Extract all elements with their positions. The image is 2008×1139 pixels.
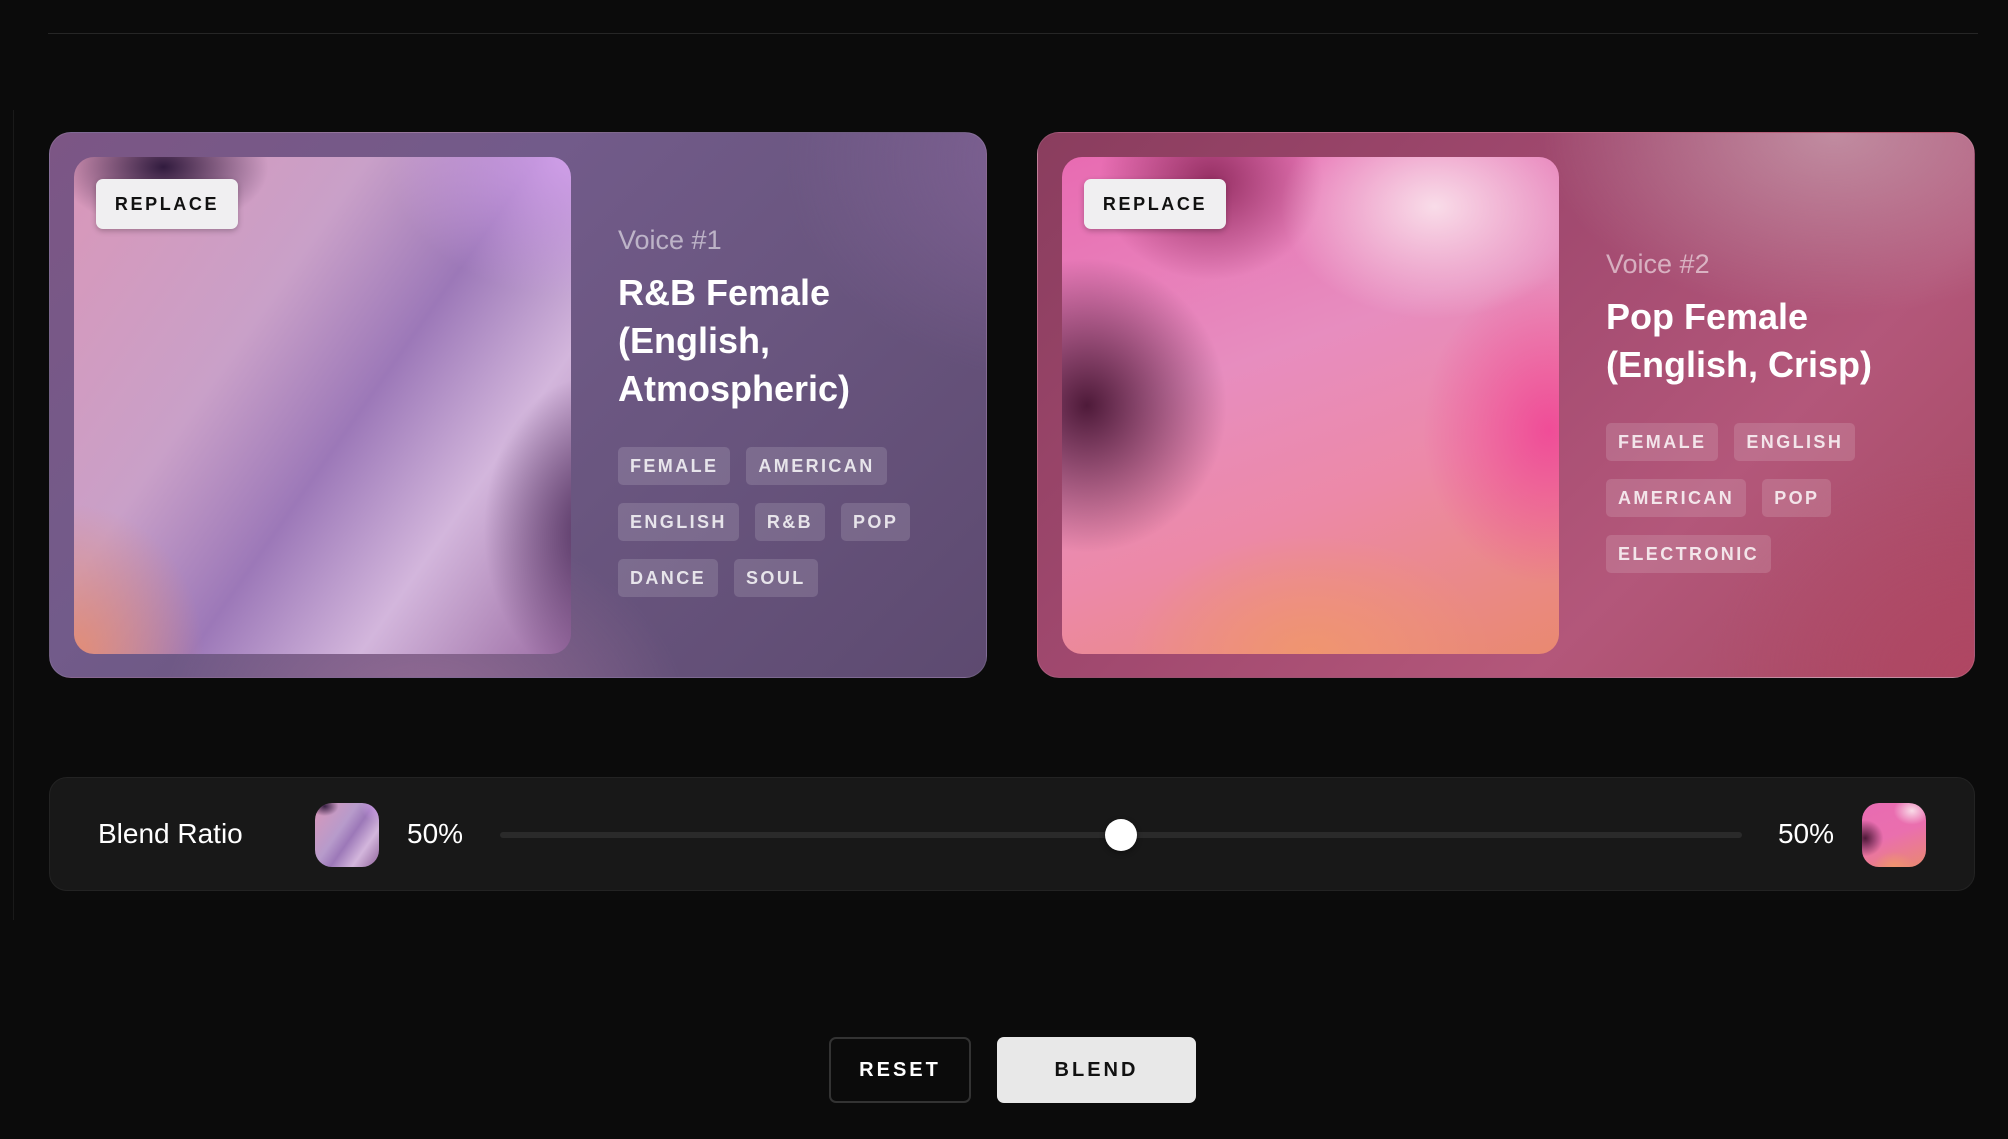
voice-1-info: Voice #1 R&B Female (English, Atmospheri… (618, 223, 958, 597)
voice-2-info: Voice #2 Pop Female (English, Crisp) FEM… (1606, 247, 1946, 573)
tag: AMERICAN (746, 447, 887, 485)
reset-button[interactable]: RESET (829, 1037, 971, 1103)
top-divider (48, 33, 1978, 34)
replace-voice-2-button[interactable]: REPLACE (1084, 179, 1226, 229)
voice-2-title: Pop Female (English, Crisp) (1606, 296, 1873, 385)
tag: R&B (754, 503, 826, 541)
rail-divider (13, 110, 14, 920)
tag: AMERICAN (1606, 479, 1747, 517)
blend-ratio-slider[interactable] (500, 819, 1742, 851)
tag: ELECTRONIC (1606, 535, 1771, 573)
voice-1-thumbnail (315, 803, 379, 867)
slider-handle[interactable] (1105, 819, 1137, 851)
voice-1-tags: FEMALE AMERICAN ENGLISH R&B POP DANCE SO… (618, 447, 938, 597)
tag: ENGLISH (618, 503, 739, 541)
tag: ENGLISH (1734, 423, 1856, 461)
voice-1-number: Voice #1 (618, 225, 722, 255)
voice-2-thumbnail (1862, 803, 1926, 867)
blend-button[interactable]: BLEND (997, 1037, 1196, 1103)
voice-2-tags: FEMALE ENGLISH AMERICAN POP ELECTRONIC (1606, 423, 1886, 573)
voice-1-title: R&B Female (English, Atmospheric) (618, 272, 851, 409)
left-rail (0, 0, 14, 1139)
tag: FEMALE (618, 447, 731, 485)
voice-2-percent: 50% (1777, 818, 1834, 849)
replace-voice-1-button[interactable]: REPLACE (96, 179, 238, 229)
voice-1-percent: 50% (407, 818, 464, 849)
voice-2-artwork: REPLACE (1062, 157, 1559, 654)
voice-2-number: Voice #2 (1606, 249, 1710, 279)
tag: POP (1762, 479, 1832, 517)
tag: FEMALE (1606, 423, 1719, 461)
tag: POP (841, 503, 911, 541)
voice-card-1: REPLACE Voice #1 R&B Female (English, At… (49, 132, 987, 678)
blend-ratio-label: Blend Ratio (98, 818, 243, 849)
tag: DANCE (618, 559, 719, 597)
tag: SOUL (734, 559, 818, 597)
voice-card-2: REPLACE Voice #2 Pop Female (English, Cr… (1037, 132, 1975, 678)
voice-blend-page: REPLACE Voice #1 R&B Female (English, At… (0, 0, 2008, 1139)
voice-1-artwork: REPLACE (74, 157, 571, 654)
blend-ratio-panel: Blend Ratio 50% 50% (49, 777, 1975, 891)
